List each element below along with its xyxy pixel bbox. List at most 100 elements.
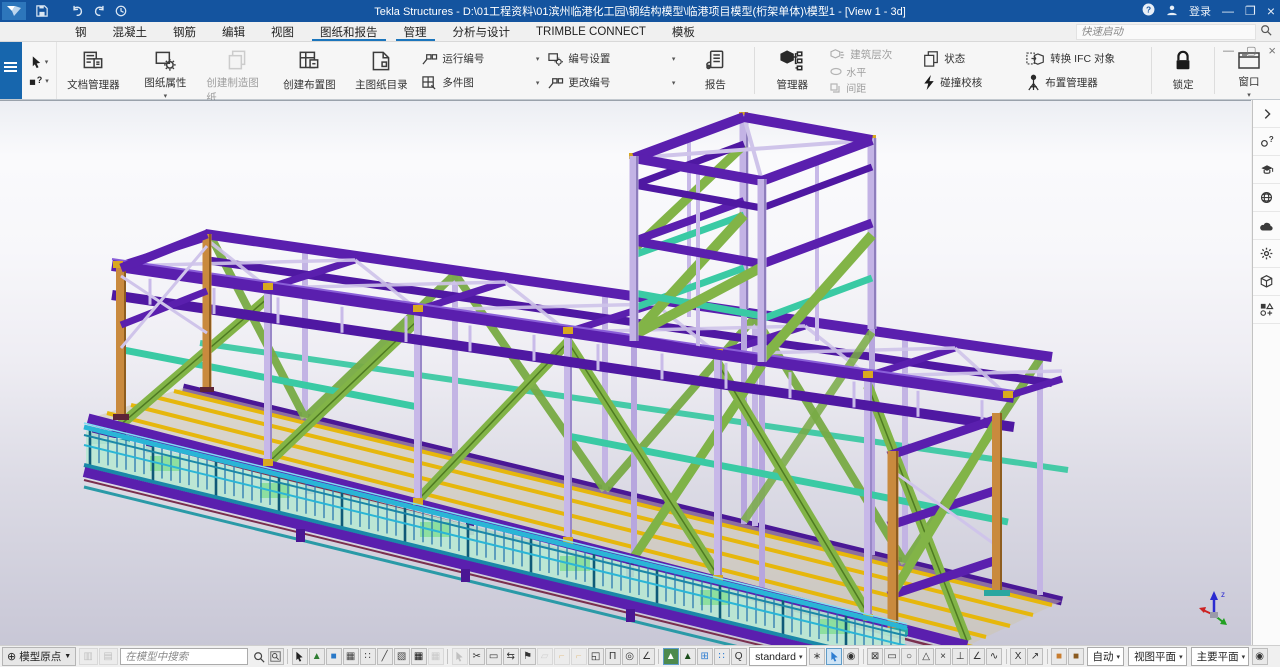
context-help-icon[interactable]: ?	[1253, 128, 1280, 156]
snap-free[interactable]: ∿	[986, 648, 1002, 665]
phase-button-2[interactable]: ▤	[99, 648, 118, 665]
model-origin-dropdown[interactable]: ⊕ 模型原点 ▼	[2, 647, 76, 666]
run-numbering-button[interactable]: 运行编号▾	[421, 49, 539, 68]
menu-tab-template[interactable]: 模板	[659, 22, 708, 41]
snap-preview-toggle[interactable]: ◉	[1252, 648, 1268, 665]
query-tool-button[interactable]: ?▾	[29, 75, 49, 87]
status-button[interactable]: 状态	[922, 49, 1018, 68]
convert-ifc-button[interactable]: 转换 IFC 对象	[1026, 49, 1144, 68]
work-plane-select[interactable]: 主要平面▾	[1191, 647, 1250, 666]
settings-gear-icon[interactable]	[1253, 240, 1280, 268]
menu-tab-analysis-design[interactable]: 分析与设计	[440, 22, 524, 41]
menu-tab-rebar[interactable]: 钢筋	[160, 22, 209, 41]
minimize-button[interactable]: —	[1222, 4, 1234, 18]
menu-tab-edit[interactable]: 编辑	[209, 22, 258, 41]
smart-select-toggle[interactable]	[826, 648, 842, 665]
search-icon[interactable]	[1260, 24, 1272, 39]
select-grid-lines-switch[interactable]: ▦	[428, 648, 444, 665]
select-lines-switch[interactable]: ╱	[377, 648, 393, 665]
weld-tool-1[interactable]: ⌐	[554, 648, 570, 665]
undo-button[interactable]	[71, 5, 84, 17]
user-icon[interactable]	[1166, 4, 1178, 19]
model-cube-icon[interactable]	[1253, 268, 1280, 296]
select-grids-switch[interactable]: ▦	[411, 648, 427, 665]
copy-special-tool[interactable]: ▱	[537, 648, 553, 665]
redo-button[interactable]	[93, 5, 106, 17]
snap-mode-select[interactable]: 自动▾	[1087, 647, 1125, 666]
relative-snap-toggle[interactable]: ↗	[1027, 648, 1043, 665]
model-viewport-3d[interactable]: z	[0, 100, 1251, 646]
snap-midpoints[interactable]: △	[918, 648, 934, 665]
change-numbering-button[interactable]: 更改编号▾	[547, 73, 675, 92]
layout-manager-button[interactable]: 布置管理器	[1026, 73, 1144, 92]
cut-tool[interactable]: ✂	[469, 648, 485, 665]
report-button[interactable]: 报告	[679, 42, 751, 99]
reference-points-toggle[interactable]: ∷	[714, 648, 730, 665]
select-objects-switch[interactable]: ■	[326, 648, 342, 665]
render-components-toggle[interactable]: ▲	[680, 648, 696, 665]
menu-tab-steel[interactable]: 钢	[62, 22, 100, 41]
master-drawing-catalog-button[interactable]: 主图纸目录	[345, 42, 417, 99]
select-parts-switch[interactable]: ▧	[394, 648, 410, 665]
menu-tab-drawings-reports[interactable]: 图纸和报告	[307, 22, 391, 41]
selection-filter-select[interactable]: standard▾	[749, 647, 806, 666]
applications-components-icon[interactable]	[1253, 296, 1280, 324]
view-filter-tool[interactable]: ◎	[622, 648, 638, 665]
quick-launch-input[interactable]	[1076, 24, 1256, 40]
phase-button-1[interactable]: ▥	[79, 648, 98, 665]
select-points-switch[interactable]: ∷	[360, 648, 376, 665]
snap-depth-near[interactable]: ■	[1051, 648, 1067, 665]
snap-center-points[interactable]: ○	[901, 648, 917, 665]
snap-reference-points[interactable]: ⊠	[867, 648, 883, 665]
menu-tab-view[interactable]: 视图	[258, 22, 307, 41]
mdi-minimize-button[interactable]: —	[1223, 45, 1234, 57]
horizontal-button[interactable]: 水平	[830, 64, 904, 79]
model-search-input[interactable]	[120, 648, 248, 665]
visibility-toggle[interactable]: ◉	[843, 648, 859, 665]
history-button[interactable]	[115, 5, 127, 17]
save-button[interactable]	[36, 5, 48, 17]
select-assemblies-switch[interactable]: ▦	[343, 648, 359, 665]
drag-and-drop-switch[interactable]	[452, 648, 468, 665]
lock-button[interactable]: 锁定	[1155, 42, 1211, 99]
create-fabrication-drawings-button[interactable]: 创建制造图纸 ▾	[201, 42, 273, 99]
exact-lines-toggle[interactable]: ⊞	[697, 648, 713, 665]
snap-depth-far[interactable]: ■	[1068, 648, 1084, 665]
swap-handles-tool[interactable]: ⇆	[503, 648, 519, 665]
flag-tool[interactable]: ⚑	[520, 648, 536, 665]
pointer-tool-button[interactable]: ▾	[30, 55, 49, 69]
menu-tab-concrete[interactable]: 混凝土	[100, 22, 161, 41]
trimble-cloud-icon[interactable]	[1253, 212, 1280, 240]
multi-drawing-button[interactable]: 多件图▾	[421, 73, 539, 92]
weld-tool-2[interactable]: ⌐	[571, 648, 587, 665]
spacing-button[interactable]: 间距	[830, 80, 904, 95]
render-parts-toggle[interactable]: ▲	[663, 648, 679, 665]
snap-perpendicular[interactable]: ⊥	[952, 648, 968, 665]
numbering-settings-button[interactable]: 编号设置▾	[547, 49, 675, 68]
corner-chamfer-tool[interactable]: ◱	[588, 648, 604, 665]
clash-check-button[interactable]: 碰撞校核	[922, 73, 1018, 92]
magnetic-grid-toggle[interactable]: Q	[731, 648, 747, 665]
snap-geometry-points[interactable]: ▭	[884, 648, 900, 665]
organizer-button[interactable]: 管理器	[758, 42, 826, 99]
snap-extension-lines[interactable]: ∠	[969, 648, 985, 665]
help-icon[interactable]: ?	[1142, 3, 1155, 19]
close-button[interactable]: ×	[1267, 3, 1275, 19]
login-button[interactable]: 登录	[1189, 3, 1211, 19]
angle-tool[interactable]: ∠	[639, 648, 655, 665]
ortho-snap-toggle[interactable]: X	[1010, 648, 1026, 665]
mdi-restore-button[interactable]: ▢	[1246, 44, 1256, 57]
file-menu-strip[interactable]	[0, 42, 22, 99]
snap-plane-select[interactable]: 视图平面▾	[1128, 647, 1187, 666]
snap-intersections[interactable]: ×	[935, 648, 951, 665]
tekla-online-globe-icon[interactable]	[1253, 184, 1280, 212]
create-layout-drawing-button[interactable]: 创建布置图	[273, 42, 345, 99]
building-hierarchy-button[interactable]: 建筑层次	[830, 46, 904, 63]
mdi-close-button[interactable]: ×	[1268, 43, 1276, 58]
drawing-properties-button[interactable]: 图纸属性 ▾	[129, 42, 201, 99]
menu-tab-manage[interactable]: 管理	[391, 22, 440, 41]
search-window-button[interactable]	[268, 648, 284, 665]
expand-panel-button[interactable]	[1253, 100, 1280, 128]
select-components-switch[interactable]: ▲	[309, 648, 325, 665]
polygon-edit-tool[interactable]: Π	[605, 648, 621, 665]
